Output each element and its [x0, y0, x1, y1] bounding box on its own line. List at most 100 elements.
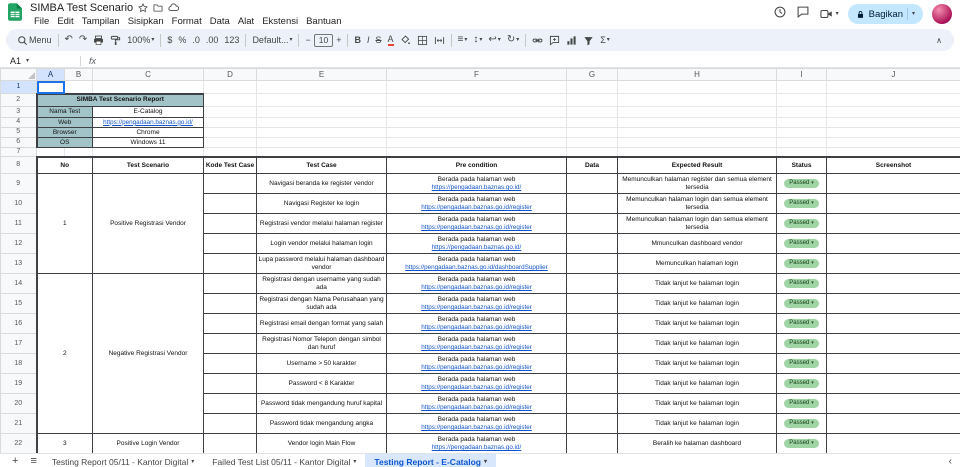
- kode-cell[interactable]: [203, 213, 257, 235]
- row-header-16[interactable]: 16: [0, 313, 37, 335]
- increase-font-size-button[interactable]: +: [333, 31, 344, 49]
- kode-cell[interactable]: [203, 173, 257, 195]
- group-no-cell[interactable]: 3: [35, 433, 93, 453]
- screenshot-cell[interactable]: [826, 393, 960, 415]
- cell[interactable]: [203, 106, 257, 118]
- cell[interactable]: [566, 117, 618, 128]
- expected-result-cell[interactable]: Tidak lanjut ke halaman login: [617, 293, 777, 315]
- insert-chart-button[interactable]: [563, 31, 580, 49]
- format-currency-button[interactable]: $: [164, 31, 175, 49]
- pre-condition-cell[interactable]: Berada pada halaman web https://pengadaan…: [386, 353, 567, 375]
- status-chip[interactable]: Passed ▾: [784, 279, 819, 289]
- status-cell[interactable]: Passed ▾: [776, 193, 827, 215]
- status-chip[interactable]: Passed ▾: [784, 339, 819, 349]
- status-cell[interactable]: Passed ▾: [776, 413, 827, 435]
- status-chip[interactable]: Passed ▾: [784, 239, 819, 249]
- row-header-5[interactable]: 5: [0, 127, 37, 138]
- expected-result-cell[interactable]: Tidak lanjut ke halaman login: [617, 333, 777, 355]
- cloud-status-icon[interactable]: [168, 2, 180, 13]
- cell[interactable]: [826, 137, 960, 148]
- menu-insert[interactable]: Sisipkan: [124, 16, 168, 27]
- menu-data[interactable]: Data: [206, 16, 234, 27]
- pre-condition-cell[interactable]: Berada pada halaman web https://pengadaan…: [386, 433, 567, 453]
- pre-condition-link[interactable]: https://pengadaan.baznas.go.id/register: [388, 404, 565, 411]
- pre-condition-link[interactable]: https://pengadaan.baznas.go.id/register: [388, 384, 565, 391]
- column-header-J[interactable]: J: [826, 68, 960, 81]
- kode-cell[interactable]: [203, 293, 257, 315]
- status-cell[interactable]: Passed ▾: [776, 313, 827, 335]
- screenshot-cell[interactable]: [826, 173, 960, 195]
- pre-condition-cell[interactable]: Berada pada halaman web https://pengadaan…: [386, 273, 567, 295]
- sheet-tab-failed-test-list[interactable]: Failed Test List 05/11 - Kantor Digital …: [203, 454, 365, 467]
- pre-condition-link[interactable]: https://pengadaan.baznas.go.id/register: [388, 304, 565, 311]
- row-header-13[interactable]: 13: [0, 253, 37, 275]
- merge-cells-button[interactable]: [431, 31, 448, 49]
- cell[interactable]: [203, 117, 257, 128]
- cell[interactable]: [256, 80, 387, 94]
- search-menus-button[interactable]: Menu: [14, 31, 55, 49]
- cell[interactable]: [256, 146, 387, 158]
- screenshot-cell[interactable]: [826, 193, 960, 215]
- select-all-corner[interactable]: [0, 68, 37, 81]
- status-chip[interactable]: Passed ▾: [784, 399, 819, 409]
- col-header-screenshot[interactable]: Screenshot: [826, 155, 960, 175]
- kode-cell[interactable]: [203, 373, 257, 395]
- cell[interactable]: [776, 127, 827, 138]
- status-chip[interactable]: Passed ▾: [784, 319, 819, 329]
- pre-condition-link[interactable]: https://pengadaan.baznas.go.id/: [388, 184, 565, 191]
- kode-cell[interactable]: [203, 273, 257, 295]
- row-header-9[interactable]: 9: [0, 173, 37, 195]
- row-header-11[interactable]: 11: [0, 213, 37, 235]
- status-chip[interactable]: Passed ▾: [784, 419, 819, 429]
- screenshot-cell[interactable]: [826, 313, 960, 335]
- cell[interactable]: [386, 80, 567, 94]
- test-case-cell[interactable]: Registrasi dengan Nama Perusahaan yang s…: [256, 293, 387, 315]
- status-chip[interactable]: Passed ▾: [784, 179, 819, 189]
- pre-condition-cell[interactable]: Berada pada halaman web https://pengadaan…: [386, 373, 567, 395]
- pre-condition-cell[interactable]: Berada pada halaman web https://pengadaan…: [386, 213, 567, 235]
- cell[interactable]: [566, 80, 618, 94]
- group-no-cell[interactable]: 2: [35, 273, 93, 435]
- cell[interactable]: [826, 117, 960, 128]
- status-chip[interactable]: Passed ▾: [784, 299, 819, 309]
- menu-file[interactable]: File: [30, 16, 53, 27]
- cell[interactable]: [826, 93, 960, 107]
- redo-button[interactable]: ↷: [76, 31, 90, 49]
- borders-button[interactable]: [414, 31, 431, 49]
- row-header-12[interactable]: 12: [0, 233, 37, 255]
- tab-scroll-button[interactable]: ‹: [941, 456, 960, 467]
- row-header-10[interactable]: 10: [0, 193, 37, 215]
- move-folder-icon[interactable]: [153, 3, 163, 13]
- menu-format[interactable]: Format: [168, 16, 206, 27]
- cell[interactable]: [386, 146, 567, 158]
- expected-result-cell[interactable]: Beralih ke halaman dashboard: [617, 433, 777, 453]
- data-cell[interactable]: [566, 173, 618, 195]
- kode-cell[interactable]: [203, 233, 257, 255]
- pre-condition-link[interactable]: https://pengadaan.baznas.go.id/register: [388, 204, 565, 211]
- expected-result-cell[interactable]: Tidak lanjut ke halaman login: [617, 373, 777, 395]
- info-value-cell[interactable]: Chrome: [92, 127, 204, 138]
- status-chip[interactable]: Passed ▾: [784, 439, 819, 449]
- test-case-cell[interactable]: Registrasi dengan username yang sudah ad…: [256, 273, 387, 295]
- test-case-cell[interactable]: Navigasi beranda ke register vendor: [256, 173, 387, 195]
- col-header-status[interactable]: Status: [776, 155, 827, 175]
- cell[interactable]: [256, 93, 387, 107]
- cell[interactable]: [386, 117, 567, 128]
- row-header-17[interactable]: 17: [0, 333, 37, 355]
- screenshot-cell[interactable]: [826, 273, 960, 295]
- star-icon[interactable]: [138, 2, 149, 13]
- col-header-expected-result[interactable]: Expected Result: [617, 155, 777, 175]
- screenshot-cell[interactable]: [826, 213, 960, 235]
- row-header-8[interactable]: 8: [0, 156, 37, 175]
- font-select[interactable]: Default... ▾: [249, 31, 295, 49]
- test-case-cell[interactable]: Registrasi email dengan format yang sala…: [256, 313, 387, 335]
- expected-result-cell[interactable]: Tidak lanjut ke halaman login: [617, 393, 777, 415]
- cell[interactable]: [92, 146, 204, 158]
- paint-format-button[interactable]: [107, 31, 124, 49]
- row-header-1[interactable]: 1: [0, 80, 37, 94]
- row-header-3[interactable]: 3: [0, 106, 37, 118]
- test-case-cell[interactable]: Vendor login Main Flow: [256, 433, 387, 453]
- data-cell[interactable]: [566, 233, 618, 255]
- share-button[interactable]: Bagikan ▾: [847, 4, 923, 24]
- cell[interactable]: [826, 127, 960, 138]
